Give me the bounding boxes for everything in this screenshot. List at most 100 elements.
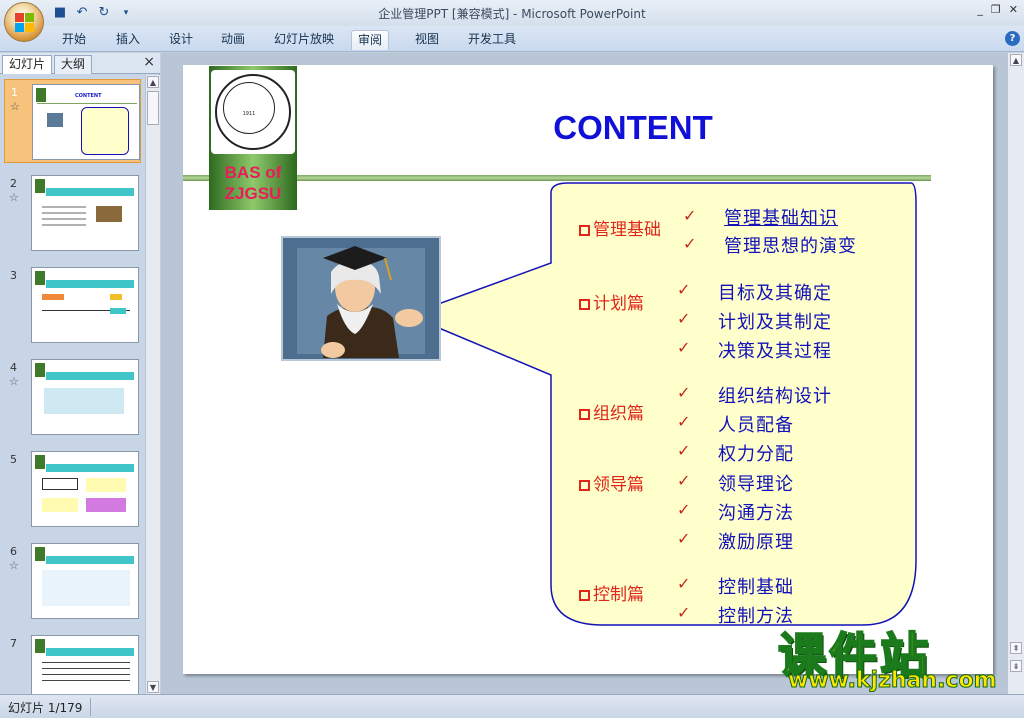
- slide[interactable]: 1911 BAS of ZJGSU CONTENT 管理基础 ✓ 管理基础知识 …: [183, 65, 993, 674]
- restore-icon[interactable]: ❐: [991, 3, 1001, 16]
- tab-view[interactable]: 视图: [409, 30, 445, 50]
- check-icon: ✓: [677, 383, 691, 402]
- site-watermark: 课件站 www.kjzhan.com: [777, 616, 1004, 696]
- content-item: 管理思想的演变: [724, 236, 857, 257]
- check-icon: ✓: [683, 234, 697, 253]
- thumb-number: 7: [10, 637, 17, 650]
- slide-scrollbar[interactable]: ▲ ⇞ ⇟: [1007, 53, 1024, 694]
- office-button[interactable]: [4, 2, 44, 42]
- thumb-preview: [31, 451, 139, 527]
- tab-slides[interactable]: 幻灯片: [2, 55, 53, 74]
- tab-home[interactable]: 开始: [56, 30, 92, 50]
- slide-thumbnail-7[interactable]: 7: [4, 631, 141, 694]
- slide-thumbnail-3[interactable]: 3: [4, 263, 141, 347]
- ribbon: 开始 插入 设计 动画 幻灯片放映 审阅 视图 开发工具 ?: [0, 26, 1024, 52]
- section-planning: 计划篇: [579, 289, 644, 314]
- slide-thumbnail-6[interactable]: 6 ☆: [4, 539, 141, 623]
- thumb-title: CONTENT: [75, 93, 102, 99]
- thumb-preview: [31, 543, 139, 619]
- undo-icon[interactable]: ↶: [74, 5, 90, 21]
- slide-thumbnail-2[interactable]: 2 ☆: [4, 171, 141, 255]
- check-icon: ✓: [677, 574, 691, 593]
- tab-review[interactable]: 审阅: [351, 30, 390, 50]
- square-bullet-icon: [579, 409, 590, 420]
- thumb-number: 6: [10, 545, 17, 558]
- content-item: 组织结构设计: [718, 386, 832, 407]
- check-icon: ✓: [677, 338, 691, 357]
- thumb-star-icon: ☆: [9, 559, 19, 572]
- quick-access-toolbar: ■ ↶ ↻ ▾: [52, 4, 134, 22]
- thumbnail-scrollbar[interactable]: ▲ ▼: [145, 75, 160, 694]
- thumb-number: 3: [10, 269, 17, 282]
- check-icon: ✓: [677, 441, 691, 460]
- content-item: 权力分配: [718, 444, 794, 465]
- check-icon: ✓: [683, 206, 697, 225]
- scroll-up-icon[interactable]: ▲: [1010, 54, 1022, 66]
- tab-outline[interactable]: 大纲: [54, 55, 93, 74]
- thumb-preview: [31, 175, 139, 251]
- scroll-up-icon[interactable]: ▲: [147, 76, 159, 88]
- watermark-url: www.kjzhan.com: [788, 668, 998, 694]
- panel-tabs: 幻灯片 大纲 ×: [0, 53, 160, 74]
- customize-qat-icon[interactable]: ▾: [118, 5, 134, 21]
- tab-slideshow[interactable]: 幻灯片放映: [268, 30, 340, 50]
- thumb-number: 4: [10, 361, 17, 374]
- section-management-basics: 管理基础: [579, 215, 661, 240]
- square-bullet-icon: [579, 590, 590, 601]
- status-bar: 幻灯片 1/179: [0, 694, 1024, 718]
- content-item: 决策及其过程: [718, 341, 832, 362]
- professor-image: [281, 236, 441, 361]
- slides-panel: 幻灯片 大纲 × 1 ☆ CONTENT 2 ☆ 3 4 ☆ 5 6 ☆ 7 ▲…: [0, 53, 160, 694]
- scroll-down-icon[interactable]: ▼: [147, 681, 159, 693]
- check-icon: ✓: [677, 280, 691, 299]
- section-leading: 领导篇: [579, 470, 644, 495]
- slide-thumbnail-4[interactable]: 4 ☆: [4, 355, 141, 439]
- save-icon[interactable]: ■: [52, 5, 68, 21]
- content-item: 沟通方法: [718, 503, 794, 524]
- office-logo-icon: [15, 13, 35, 33]
- thumb-preview: [31, 359, 139, 435]
- content-item: 激励原理: [718, 532, 794, 553]
- content-item: 计划及其制定: [718, 312, 832, 333]
- scroll-thumb[interactable]: [147, 91, 159, 125]
- tab-insert[interactable]: 插入: [110, 30, 146, 50]
- square-bullet-icon: [579, 299, 590, 310]
- content-item: 控制基础: [718, 577, 794, 598]
- content-item: 领导理论: [718, 474, 794, 495]
- prev-slide-icon[interactable]: ⇞: [1010, 642, 1022, 654]
- check-icon: ✓: [677, 309, 691, 328]
- tab-animations[interactable]: 动画: [215, 30, 251, 50]
- thumb-star-icon: ☆: [9, 191, 19, 204]
- window-title: 企业管理PPT [兼容模式] - Microsoft PowerPoint: [378, 7, 646, 21]
- content-item: 目标及其确定: [718, 283, 832, 304]
- thumb-preview: [31, 635, 139, 694]
- section-controlling: 控制篇: [579, 580, 644, 605]
- slide-thumbnail-5[interactable]: 5: [4, 447, 141, 531]
- help-icon[interactable]: ?: [1005, 31, 1020, 46]
- next-slide-icon[interactable]: ⇟: [1010, 660, 1022, 672]
- check-icon: ✓: [677, 471, 691, 490]
- square-bullet-icon: [579, 480, 590, 491]
- content-item: 人员配备: [718, 415, 794, 436]
- slide-counter: 幻灯片 1/179: [8, 701, 83, 715]
- close-window-icon[interactable]: ✕: [1009, 3, 1018, 16]
- thumb-star-icon: ☆: [10, 100, 20, 113]
- tab-developer[interactable]: 开发工具: [462, 30, 522, 50]
- title-bar: 企业管理PPT [兼容模式] - Microsoft PowerPoint ■ …: [0, 0, 1024, 26]
- thumb-preview: CONTENT: [32, 84, 140, 160]
- minimize-icon[interactable]: _: [977, 3, 983, 16]
- thumb-number: 2: [10, 177, 17, 190]
- redo-icon[interactable]: ↻: [96, 5, 112, 21]
- slide-thumbnail-1[interactable]: 1 ☆ CONTENT: [4, 79, 141, 163]
- thumb-number: 1: [11, 86, 18, 99]
- content-link[interactable]: 管理基础知识: [724, 204, 838, 230]
- check-icon: ✓: [677, 529, 691, 548]
- check-icon: ✓: [677, 412, 691, 431]
- square-bullet-icon: [579, 225, 590, 236]
- thumbnail-list: 1 ☆ CONTENT 2 ☆ 3 4 ☆ 5 6 ☆ 7: [0, 75, 145, 694]
- tab-design[interactable]: 设计: [163, 30, 199, 50]
- close-panel-icon[interactable]: ×: [143, 54, 155, 70]
- thumb-number: 5: [10, 453, 17, 466]
- window-controls: _ ❐ ✕: [977, 3, 1018, 16]
- thumb-preview: [31, 267, 139, 343]
